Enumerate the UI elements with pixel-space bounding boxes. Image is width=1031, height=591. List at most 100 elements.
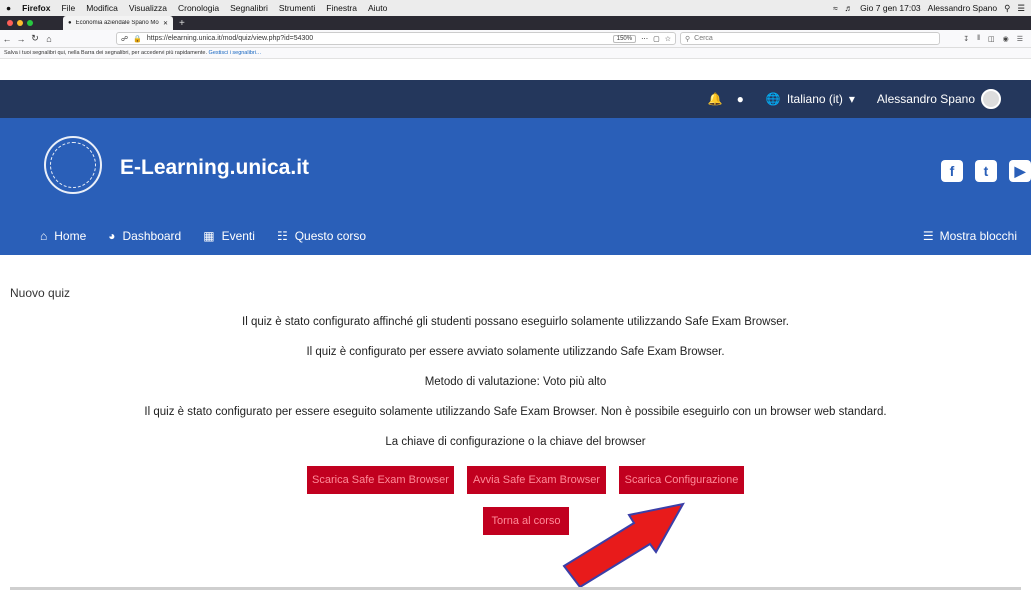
language-label: Italiano (it) — [786, 92, 843, 106]
menu-icon[interactable]: ☰ — [1017, 35, 1023, 43]
screenshot: ● Firefox File Modifica Visualizza Crono… — [0, 0, 1031, 591]
search-icon: ⚲ — [685, 35, 691, 43]
menu-events[interactable]: ▦ Eventi — [203, 229, 255, 243]
forward-icon[interactable]: → — [14, 34, 28, 44]
menu-strumenti[interactable]: Strumenti — [279, 3, 315, 13]
sitemap-icon: ☷ — [276, 229, 288, 243]
blocks-icon: ☰ — [922, 229, 934, 243]
menu-events-label: Eventi — [221, 229, 255, 243]
menu-cronologia[interactable]: Cronologia — [178, 3, 219, 13]
menu-visualizza[interactable]: Visualizza — [129, 3, 167, 13]
config-key-label: La chiave di configurazione o la chiave … — [385, 436, 646, 448]
download-seb-button[interactable]: Scarica Safe Exam Browser — [307, 466, 454, 494]
window-controls — [7, 20, 33, 26]
minimize-window-button[interactable] — [17, 20, 23, 26]
list-icon[interactable]: ☰ — [1017, 3, 1025, 14]
facebook-icon[interactable]: f — [941, 160, 963, 182]
wifi-icon[interactable]: ≈ — [833, 3, 838, 13]
home-icon: ⌂ — [40, 229, 48, 243]
manage-bookmarks-link[interactable]: Gestisci i segnalibri… — [209, 50, 262, 56]
menu-home[interactable]: ⌂ Home — [40, 229, 86, 243]
apple-icon[interactable]: ● — [6, 3, 11, 13]
menu-dashboard-label: Dashboard — [122, 229, 182, 243]
show-blocks-label: Mostra blocchi — [939, 229, 1017, 243]
menu-modifica[interactable]: Modifica — [86, 3, 118, 13]
grading-method: Metodo di valutazione: Voto più alto — [424, 376, 607, 388]
user-menu[interactable]: Alessandro Spano — [877, 89, 1009, 109]
language-menu[interactable]: 🌐 Italiano (it) ▾ — [766, 92, 855, 106]
menu-course[interactable]: ☷ Questo corso — [277, 229, 366, 243]
info-line-seb-students: Il quiz è stato configurato affinché gli… — [242, 316, 789, 328]
menu-dashboard[interactable]: ◕ Dashboard — [108, 229, 181, 243]
bookmarks-bar: Salva i tuoi segnalibri qui, nella Barra… — [0, 48, 1031, 59]
red-arrow-annotation — [562, 502, 685, 589]
moodle-top-navbar: 🔔 ● 🌐 Italiano (it) ▾ Alessandro Spano — [0, 80, 1031, 118]
spotlight-icon[interactable]: ⚲ — [1004, 3, 1010, 14]
zoom-level[interactable]: 150% — [612, 34, 637, 43]
tab-title: Economia aziendale Spano Mo — [75, 20, 159, 26]
bookmark-star-icon[interactable]: ☆ — [665, 35, 671, 43]
show-blocks-button[interactable]: ☰ Mostra blocchi — [923, 229, 1017, 243]
bookmarks-hint: Salva i tuoi segnalibri qui, nella Barra… — [4, 50, 208, 56]
home-icon[interactable]: ⌂ — [42, 34, 56, 44]
url-text[interactable]: https://elearning.unica.it/mod/quiz/view… — [147, 35, 608, 42]
pocket-icon[interactable]: ▢ — [653, 35, 660, 43]
menu-firefox[interactable]: Firefox — [22, 3, 50, 13]
library-icon[interactable]: ‖ — [977, 35, 980, 43]
reload-icon[interactable]: ↻ — [28, 33, 42, 44]
menu-segnalibri[interactable]: Segnalibri — [230, 3, 268, 13]
sidebar-icon[interactable]: ◫ — [988, 35, 995, 43]
notifications-group: 🔔 ● — [708, 92, 744, 106]
youtube-icon[interactable]: ▶ — [1009, 160, 1031, 182]
site-header: E-Learning.unica.it f t ▶ ⌂ Home ◕ Dashb… — [0, 118, 1031, 255]
user-name: Alessandro Spano — [876, 92, 975, 106]
mac-menubar: ● Firefox File Modifica Visualizza Crono… — [0, 0, 1031, 16]
launch-seb-button[interactable]: Avvia Safe Exam Browser — [467, 466, 606, 494]
calendar-icon: ▦ — [203, 229, 215, 243]
volume-icon[interactable]: ♬ — [845, 3, 854, 13]
social-links: f t ▶ — [941, 160, 1031, 182]
download-icon[interactable]: ↧ — [963, 35, 969, 43]
lock-icon[interactable]: 🔒 — [133, 35, 142, 43]
search-box[interactable]: ⚲ Cerca — [680, 32, 940, 45]
url-bar[interactable]: ☍ 🔒 https://elearning.unica.it/mod/quiz/… — [116, 32, 676, 45]
back-icon[interactable]: ← — [0, 34, 14, 44]
main-menu: ⌂ Home ◕ Dashboard ▦ Eventi ☷ Questo cor… — [40, 229, 366, 243]
info-line-seb-only: Il quiz è stato configurato per essere e… — [144, 406, 887, 418]
caret-down-icon: ▾ — [848, 92, 855, 106]
close-window-button[interactable] — [7, 20, 13, 26]
menubar-user[interactable]: Alessandro Spano — [928, 3, 997, 13]
toolbar-icons: ↧ ‖ ◫ ◉ ☰ — [963, 35, 1031, 43]
chat-icon[interactable]: ● — [737, 92, 744, 106]
close-tab-icon[interactable]: ✕ — [163, 20, 168, 27]
menu-aiuto[interactable]: Aiuto — [368, 3, 387, 13]
browser-toolbar: ← → ↻ ⌂ ☍ 🔒 https://elearning.unica.it/m… — [0, 30, 1031, 48]
university-logo[interactable] — [44, 136, 102, 194]
menubar-clock[interactable]: Gio 7 gen 17:03 — [860, 3, 921, 13]
zoom-window-button[interactable] — [27, 20, 33, 26]
globe-icon: 🌐 — [765, 92, 781, 106]
dashboard-icon: ◕ — [108, 229, 116, 243]
menu-finestra[interactable]: Finestra — [326, 3, 357, 13]
info-line-seb-launch: Il quiz è configurato per essere avviato… — [306, 346, 725, 358]
page-actions-icon[interactable]: ⋯ — [641, 35, 648, 43]
menu-course-label: Questo corso — [294, 229, 367, 243]
search-placeholder: Cerca — [694, 35, 713, 42]
page-title: Nuovo quiz — [10, 286, 71, 300]
twitter-icon[interactable]: t — [975, 160, 997, 182]
footer-divider — [10, 587, 1021, 590]
menu-home-label: Home — [54, 229, 87, 243]
back-to-course-button[interactable]: Torna al corso — [483, 507, 569, 535]
user-icon: ● — [68, 20, 72, 26]
extension-icon[interactable]: ◉ — [1003, 35, 1009, 43]
browser-tab[interactable]: ● Economia aziendale Spano Mo ✕ — [63, 16, 173, 30]
shield-icon[interactable]: ☍ — [121, 35, 128, 43]
bell-icon[interactable]: 🔔 — [708, 92, 723, 106]
menu-file[interactable]: File — [61, 3, 75, 13]
new-tab-button[interactable]: + — [179, 18, 185, 29]
avatar — [981, 89, 1001, 109]
tab-bar: ● Economia aziendale Spano Mo ✕ + — [0, 16, 1031, 30]
site-name[interactable]: E-Learning.unica.it — [120, 156, 309, 180]
download-config-button[interactable]: Scarica Configurazione — [619, 466, 744, 494]
menubar-status: ≈ ♬ Gio 7 gen 17:03 Alessandro Spano ⚲ ☰ — [833, 3, 1025, 14]
